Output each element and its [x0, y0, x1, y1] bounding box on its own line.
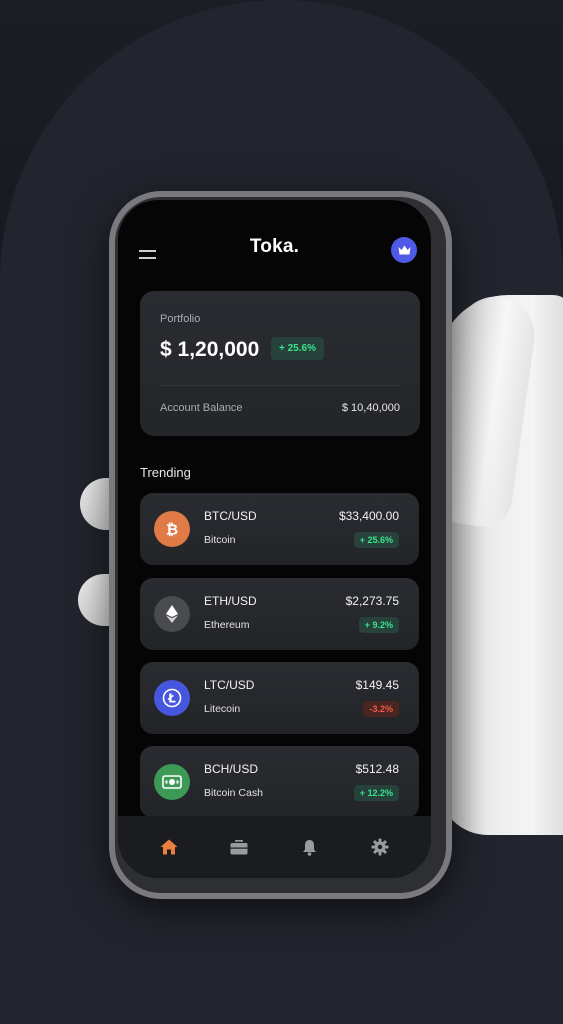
coin-pair: BCH/USD	[204, 762, 259, 776]
bottom-nav	[118, 816, 431, 878]
bitcoin-icon: ₿	[154, 511, 190, 547]
nav-settings-button[interactable]	[362, 829, 398, 865]
coin-pair: ETH/USD	[204, 594, 257, 608]
bell-icon	[303, 839, 317, 856]
coin-name: Ethereum	[204, 619, 250, 631]
litecoin-icon: Ł	[154, 680, 190, 716]
phone-frame: Toka. Portfolio $ 1,20,000 + 25.6% Accou…	[109, 191, 452, 899]
portfolio-card: Portfolio $ 1,20,000 + 25.6% Account Bal…	[140, 291, 420, 436]
account-balance-value: $ 10,40,000	[341, 402, 400, 414]
coin-pair: LTC/USD	[204, 678, 255, 692]
coin-change-badge: + 12.2%	[353, 785, 399, 801]
ethereum-icon	[154, 596, 190, 632]
svg-text:Ł: Ł	[167, 692, 176, 706]
coin-card-eth[interactable]: ETH/USD Ethereum $2,273.75 + 9.2%	[140, 578, 419, 650]
crown-icon	[398, 245, 410, 255]
app-title: Toka.	[249, 236, 300, 257]
home-icon	[160, 839, 178, 855]
avatar[interactable]	[391, 237, 417, 263]
coin-pair: BTC/USD	[204, 509, 257, 523]
bitcoin-cash-icon	[154, 764, 190, 800]
portfolio-change-badge: + 25.6%	[271, 337, 324, 360]
nav-home-button[interactable]	[151, 829, 187, 865]
coin-card-bch[interactable]: BCH/USD Bitcoin Cash $512.48 + 12.2%	[140, 746, 419, 818]
coin-name: Bitcoin Cash	[204, 787, 263, 799]
phone-screen: Toka. Portfolio $ 1,20,000 + 25.6% Accou…	[118, 200, 431, 878]
coin-name: Litecoin	[204, 703, 241, 715]
coin-price: $2,273.75	[345, 594, 399, 608]
nav-portfolio-button[interactable]	[221, 829, 257, 865]
briefcase-icon	[230, 839, 248, 854]
coin-change-badge: + 25.6%	[353, 532, 399, 548]
coin-change-badge: + 9.2%	[358, 617, 399, 633]
portfolio-label: Portfolio	[160, 313, 201, 325]
portfolio-amount: $ 1,20,000	[160, 338, 260, 361]
coin-name: Bitcoin	[204, 534, 236, 546]
coin-price: $33,400.00	[338, 509, 399, 523]
trending-title: Trending	[140, 465, 191, 480]
coin-card-btc[interactable]: ₿ BTC/USD Bitcoin $33,400.00 + 25.6%	[140, 493, 419, 565]
gear-icon	[371, 838, 389, 856]
coin-card-ltc[interactable]: Ł LTC/USD Litecoin $149.45 -3.2%	[140, 662, 419, 734]
coin-change-badge: -3.2%	[363, 701, 399, 717]
divider	[160, 385, 400, 386]
svg-text:₿: ₿	[166, 521, 178, 539]
coin-price: $149.45	[355, 678, 399, 692]
coin-price: $512.48	[355, 762, 399, 776]
nav-notifications-button[interactable]	[292, 829, 328, 865]
account-balance-label: Account Balance	[160, 402, 243, 414]
